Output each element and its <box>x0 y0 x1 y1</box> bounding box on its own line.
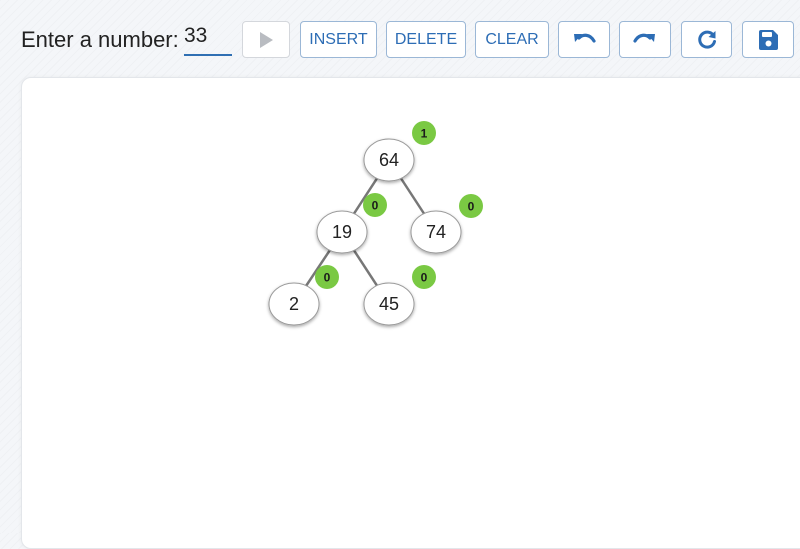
node-value: 2 <box>289 294 299 314</box>
balance-value: 0 <box>372 199 379 213</box>
tree-node[interactable]: 64 1 <box>363 121 436 182</box>
balance-value: 0 <box>421 271 428 285</box>
node-value: 19 <box>332 222 352 242</box>
tree-node[interactable]: 19 0 <box>316 193 387 254</box>
node-value: 64 <box>379 150 399 170</box>
tree-diagram: 64 1 19 0 74 0 2 0 45 0 <box>268 121 483 326</box>
tree-node[interactable]: 2 0 <box>268 265 339 326</box>
balance-value: 0 <box>468 200 475 214</box>
tree-node[interactable]: 74 0 <box>410 194 483 254</box>
node-value: 74 <box>426 222 446 242</box>
balance-value: 0 <box>324 271 331 285</box>
balance-value: 1 <box>421 127 428 141</box>
tree-node[interactable]: 45 0 <box>363 265 436 326</box>
node-value: 45 <box>379 294 399 314</box>
